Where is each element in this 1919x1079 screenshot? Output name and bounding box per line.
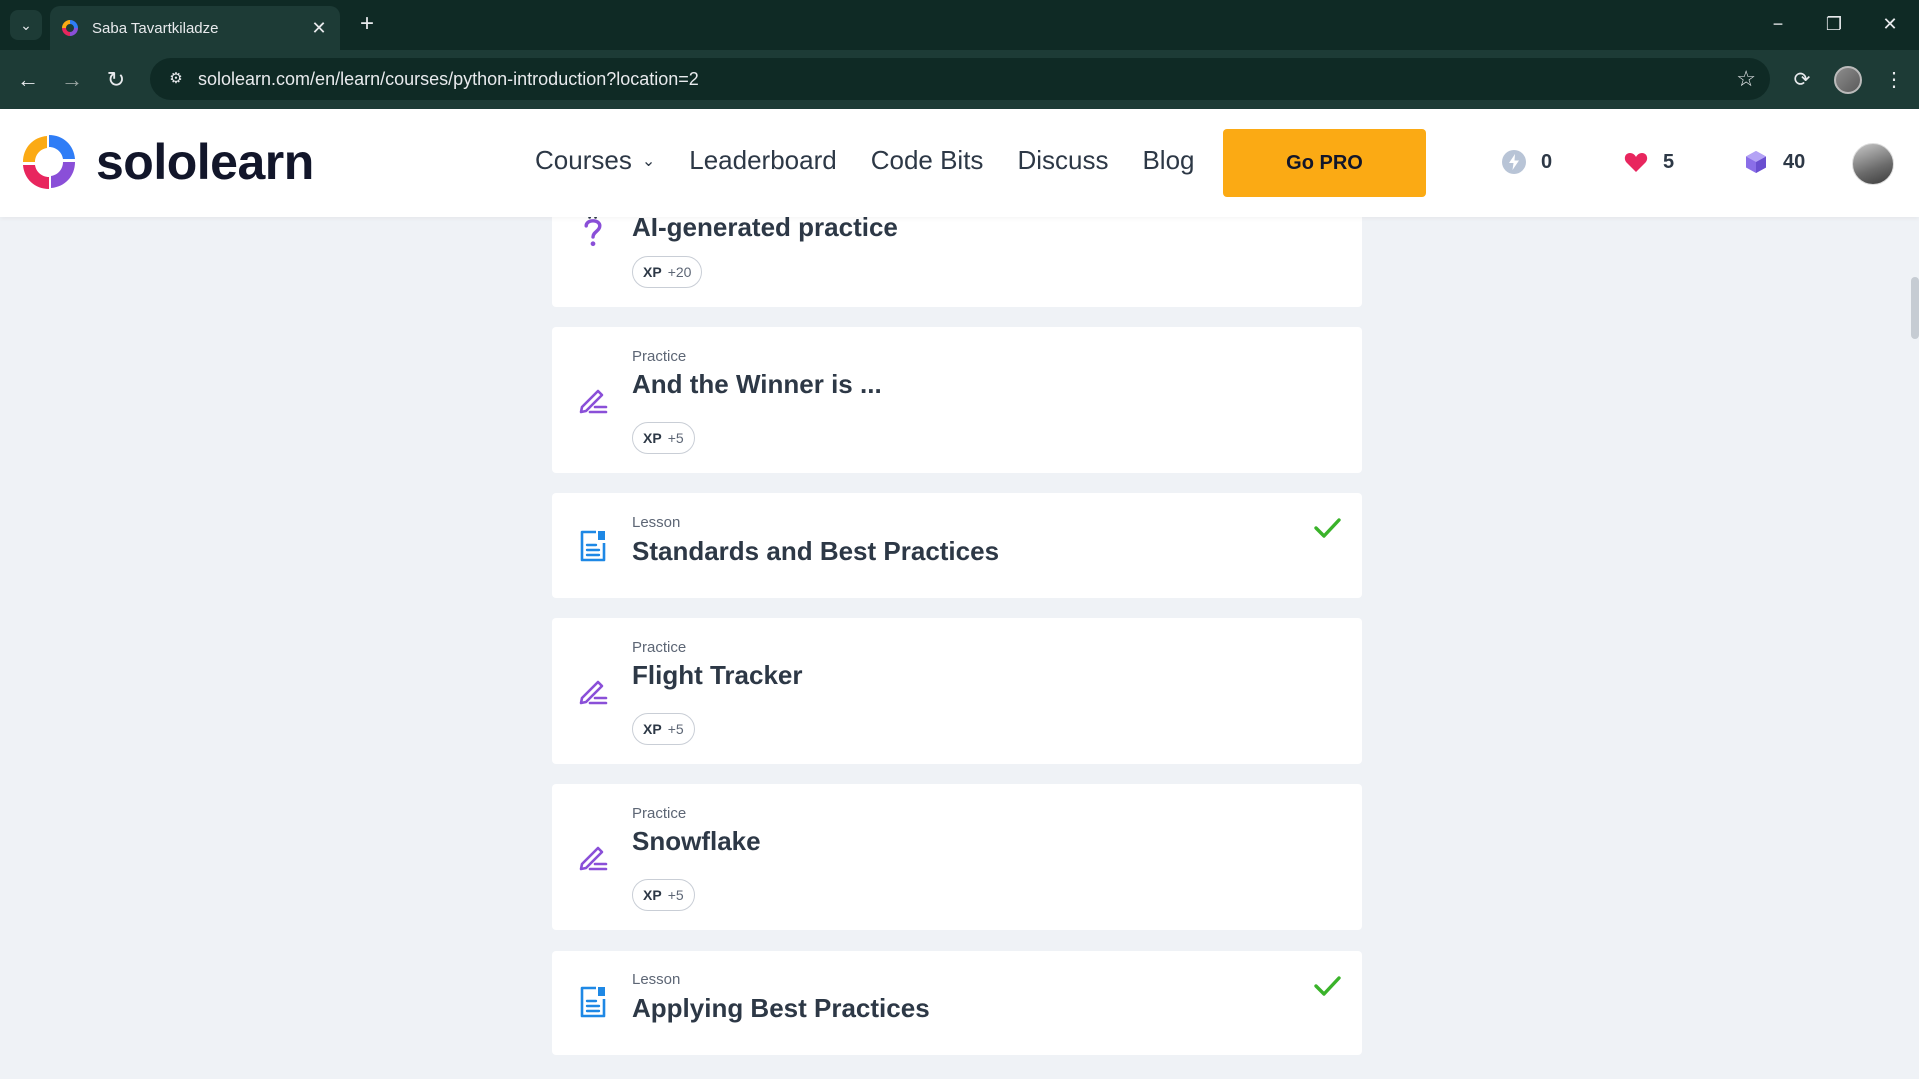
site-info-icon[interactable]: ⚙ xyxy=(164,67,188,91)
xp-label: XP xyxy=(643,887,662,903)
xp-label: XP xyxy=(643,721,662,737)
bookmark-star-icon[interactable]: ☆ xyxy=(1736,66,1756,92)
xp-badge: XP +20 xyxy=(632,256,703,288)
nav-discuss[interactable]: Discuss xyxy=(1017,145,1108,176)
course-item[interactable]: Lesson Applying Best Practices xyxy=(552,951,1362,1055)
reload-icon[interactable]: ↻ xyxy=(100,64,132,96)
item-title: Snowflake xyxy=(632,826,761,856)
nav-leaderboard[interactable]: Leaderboard xyxy=(689,145,836,176)
page-scrollbar[interactable] xyxy=(1911,277,1919,339)
browser-tab[interactable]: Saba Tavartkiladze ✕ xyxy=(50,6,340,50)
url-text[interactable]: sololearn.com/en/learn/courses/python-in… xyxy=(198,69,699,90)
course-item[interactable]: Practice Flight Tracker XP +5 xyxy=(552,618,1362,764)
item-title: Applying Best Practices xyxy=(632,993,930,1023)
document-icon xyxy=(580,986,606,1018)
xp-label: XP xyxy=(643,430,662,446)
pencil-icon xyxy=(579,680,608,705)
browser-tabstrip: ⌄ Saba Tavartkiladze ✕ + − ❐ ✕ xyxy=(0,0,1919,50)
course-item[interactable]: Practice Snowflake XP +5 xyxy=(552,784,1362,930)
gems-counter[interactable]: 40 xyxy=(1743,149,1805,175)
new-tab-button[interactable]: + xyxy=(352,10,382,40)
profile-avatar[interactable] xyxy=(1834,66,1862,94)
nav-code-bits[interactable]: Code Bits xyxy=(871,145,984,176)
close-window-icon[interactable]: ✕ xyxy=(1868,8,1912,40)
gems-count: 40 xyxy=(1783,150,1806,173)
item-title: And the Winner is ... xyxy=(632,369,882,399)
pencil-icon xyxy=(579,846,608,871)
item-type: Practice xyxy=(632,639,687,656)
menu-kebab-icon[interactable]: ⋮ xyxy=(1878,64,1910,96)
document-icon xyxy=(580,530,606,562)
restore-icon[interactable]: ❐ xyxy=(1812,8,1856,40)
question-icon xyxy=(584,216,602,247)
lightning-icon xyxy=(1501,149,1527,175)
logo-text: sololearn xyxy=(96,134,314,190)
main-nav: Courses ⌄ Leaderboard Code Bits Discuss … xyxy=(535,145,1195,176)
tab-search-button[interactable]: ⌄ xyxy=(10,10,42,40)
streak-count: 0 xyxy=(1541,150,1553,173)
hearts-counter[interactable]: 5 xyxy=(1623,149,1674,175)
hearts-count: 5 xyxy=(1663,150,1675,173)
address-bar[interactable]: ⚙ sololearn.com/en/learn/courses/python-… xyxy=(150,58,1770,100)
tab-close-icon[interactable]: ✕ xyxy=(308,18,330,39)
back-icon[interactable]: ← xyxy=(12,64,44,96)
heart-icon xyxy=(1623,149,1649,175)
xp-value: +20 xyxy=(667,264,692,280)
checkmark-icon xyxy=(1314,976,1341,996)
forward-icon[interactable]: → xyxy=(56,64,88,96)
nav-courses-label: Courses xyxy=(535,145,632,175)
course-item[interactable]: Lesson Standards and Best Practices xyxy=(552,493,1362,598)
item-title: Flight Tracker xyxy=(632,660,803,690)
sololearn-favicon xyxy=(62,20,78,36)
minimize-icon[interactable]: − xyxy=(1756,8,1800,40)
item-type: Lesson xyxy=(632,514,681,531)
nav-blog[interactable]: Blog xyxy=(1142,145,1194,176)
tab-title: Saba Tavartkiladze xyxy=(92,19,219,37)
gem-icon xyxy=(1743,149,1769,175)
xp-badge: XP +5 xyxy=(632,713,695,745)
xp-value: +5 xyxy=(667,721,684,737)
site-header: sololearn Courses ⌄ Leaderboard Code Bit… xyxy=(0,109,1919,217)
xp-value: +5 xyxy=(667,887,684,903)
item-title: Standards and Best Practices xyxy=(632,536,1000,566)
nav-courses[interactable]: Courses ⌄ xyxy=(535,145,655,176)
xp-label: XP xyxy=(643,264,662,280)
item-type: Practice xyxy=(632,805,687,822)
sololearn-logo-icon xyxy=(23,135,75,189)
item-type: Lesson xyxy=(632,971,681,988)
extension-icon[interactable]: ⟳ xyxy=(1786,64,1818,96)
checkmark-icon xyxy=(1314,518,1341,538)
user-avatar[interactable] xyxy=(1852,143,1894,185)
streak-counter[interactable]: 0 xyxy=(1501,149,1552,175)
sololearn-logo[interactable]: sololearn xyxy=(18,131,314,193)
go-pro-button[interactable]: Go PRO xyxy=(1223,129,1426,197)
item-type: Practice xyxy=(632,348,687,365)
chevron-down-icon: ⌄ xyxy=(641,152,656,170)
xp-value: +5 xyxy=(667,430,684,446)
xp-badge: XP +5 xyxy=(632,422,695,454)
pencil-icon xyxy=(579,389,608,414)
xp-badge: XP +5 xyxy=(632,879,695,911)
browser-toolbar: ← → ↻ ⚙ sololearn.com/en/learn/courses/p… xyxy=(0,50,1919,109)
course-item[interactable]: Practice And the Winner is ... XP +5 xyxy=(552,327,1362,473)
